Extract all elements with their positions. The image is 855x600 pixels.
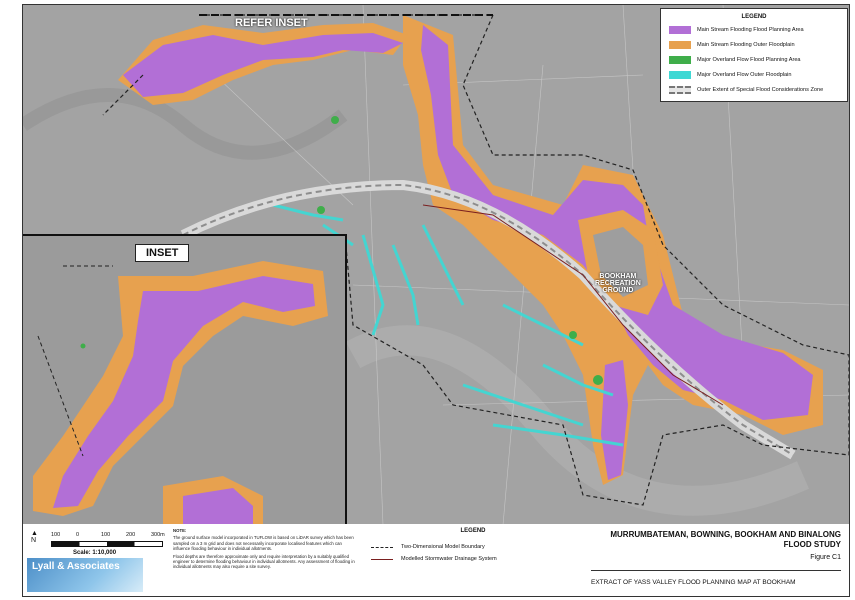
north-arrow-icon: ▲ N — [31, 530, 38, 544]
legend-swatch — [669, 86, 691, 94]
legend-label: Main Stream Flooding Outer Floodplain — [697, 42, 795, 48]
inset-overland-patch — [80, 343, 86, 349]
figure-title: MURRUMBATEMAN, BOWNING, BOOKHAM AND BINA… — [610, 530, 841, 549]
scale-tick-label: 300m — [151, 532, 165, 538]
figure-number: Figure C1 — [810, 554, 841, 561]
scale-tick-label: 100 — [101, 532, 111, 538]
legend-swatch — [669, 71, 691, 79]
legend-row: Outer Extent of Special Flood Considerat… — [669, 86, 823, 94]
note-title: NOTE: — [173, 528, 187, 533]
note-block: NOTE: The ground surface model incorpora… — [173, 528, 357, 572]
figure-frame: REFER INSET BOOKHAM RECREATION GROUND IN… — [0, 0, 855, 600]
scale-tick-label: 0 — [76, 532, 80, 538]
map-legend: LEGEND Main Stream Flooding Flood Planni… — [660, 8, 848, 102]
legend-swatch — [669, 41, 691, 49]
inset-map[interactable]: INSET — [23, 234, 347, 525]
legend-label: Outer Extent of Special Flood Considerat… — [697, 87, 824, 93]
note-paragraph: Flood depths are therefore approximate o… — [173, 553, 355, 570]
refer-inset-label: REFER INSET — [235, 17, 308, 29]
scale-bar-graphic — [51, 541, 163, 547]
inset-graphics — [23, 236, 345, 525]
legend-label: Main Stream Flooding Flood Planning Area — [697, 27, 804, 33]
legend-row: Main Stream Flooding Flood Planning Area — [669, 26, 804, 34]
drainage-line-swatch — [371, 558, 393, 560]
figure-subtitle: EXTRACT OF YASS VALLEY FLOOD PLANNING MA… — [591, 570, 841, 586]
legend-title: LEGEND — [741, 14, 767, 20]
legend-row: Main Stream Flooding Outer Floodplain — [669, 41, 795, 49]
legend-row: Major Overland Flow Flood Planning Area — [669, 56, 801, 64]
legend-row: Major Overland Flow Outer Floodplain — [669, 71, 792, 79]
footer-legend-title: LEGEND — [460, 528, 486, 534]
flood-map[interactable]: REFER INSET BOOKHAM RECREATION GROUND IN… — [22, 4, 850, 526]
footer-legend: LEGEND Two-Dimensional Model Boundary Mo… — [363, 528, 583, 562]
note-paragraph: The ground surface model incorporated in… — [173, 535, 354, 552]
recreation-ground-label: BOOKHAM RECREATION GROUND — [595, 273, 641, 294]
legend-label: Major Overland Flow Outer Floodplain — [697, 72, 792, 78]
scale-text: Scale: 1:10,000 — [73, 550, 117, 556]
scale-tick-label: 200 — [126, 532, 136, 538]
legend-swatch — [669, 26, 691, 34]
map-footer: ▲ N 100 0 100 200 300m Scale: 1:10,000 Ly… — [22, 524, 850, 597]
footer-legend-row: Two-Dimensional Model Boundary — [371, 544, 485, 550]
boundary-line-swatch — [371, 546, 393, 548]
footer-legend-row: Modelled Stormwater Drainage System — [371, 556, 497, 562]
legend-label: Major Overland Flow Flood Planning Area — [697, 57, 801, 63]
footer-legend-label: Modelled Stormwater Drainage System — [401, 556, 497, 562]
legend-swatch — [669, 56, 691, 64]
company-logo: Lyall & Associates — [27, 558, 143, 592]
title-block: MURRUMBATEMAN, BOWNING, BOOKHAM AND BINA… — [585, 524, 849, 596]
footer-legend-label: Two-Dimensional Model Boundary — [401, 544, 485, 550]
scale-tick-label: 100 — [51, 532, 61, 538]
inset-title: INSET — [135, 244, 190, 262]
